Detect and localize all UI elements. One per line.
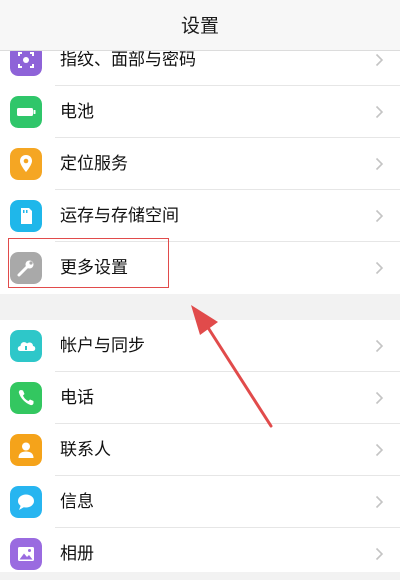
chevron-right-icon — [375, 209, 384, 223]
settings-item-label: 帐户与同步 — [60, 336, 145, 356]
chevron-right-icon — [375, 105, 384, 119]
settings-item-label: 更多设置 — [60, 258, 128, 278]
settings-header: 设置 — [0, 0, 400, 51]
storage-card-icon — [10, 200, 42, 232]
gallery-icon — [10, 538, 42, 570]
message-icon — [10, 486, 42, 518]
cloud-sync-icon — [10, 330, 42, 362]
settings-item-messages[interactable]: 信息 — [0, 476, 400, 528]
settings-item-location[interactable]: 定位服务 — [0, 138, 400, 190]
settings-item-more-settings[interactable]: 更多设置 — [0, 242, 400, 294]
chevron-right-icon — [375, 157, 384, 171]
contact-icon — [10, 434, 42, 466]
settings-item-storage[interactable]: 运存与存储空间 — [0, 190, 400, 242]
settings-item-label: 运存与存储空间 — [60, 206, 179, 226]
chevron-right-icon — [375, 547, 384, 561]
chevron-right-icon — [375, 339, 384, 353]
page-title: 设置 — [180, 15, 219, 37]
settings-item-label: 电池 — [60, 102, 94, 122]
settings-item-gallery[interactable]: 相册 — [0, 528, 400, 580]
settings-item-accounts-sync[interactable]: 帐户与同步 — [0, 320, 400, 372]
settings-item-contacts[interactable]: 联系人 — [0, 424, 400, 476]
settings-item-phone[interactable]: 电话 — [0, 372, 400, 424]
location-pin-icon — [10, 148, 42, 180]
phone-icon — [10, 382, 42, 414]
chevron-right-icon — [375, 53, 384, 67]
wrench-icon — [10, 252, 42, 284]
settings-group-1: 指纹、面部与密码 电池 定位服务 运存与存储空间 更多设置 — [0, 34, 400, 294]
settings-item-label: 联系人 — [60, 440, 111, 460]
settings-item-label: 信息 — [60, 492, 94, 512]
chevron-right-icon — [375, 443, 384, 457]
chevron-right-icon — [375, 261, 384, 275]
settings-item-label: 相册 — [60, 544, 94, 564]
chevron-right-icon — [375, 391, 384, 405]
settings-group-2: 帐户与同步 电话 联系人 信息 相册 — [0, 320, 400, 572]
settings-item-battery[interactable]: 电池 — [0, 86, 400, 138]
battery-icon — [10, 96, 42, 128]
settings-item-label: 定位服务 — [60, 154, 128, 174]
settings-item-label: 电话 — [60, 388, 94, 408]
chevron-right-icon — [375, 495, 384, 509]
